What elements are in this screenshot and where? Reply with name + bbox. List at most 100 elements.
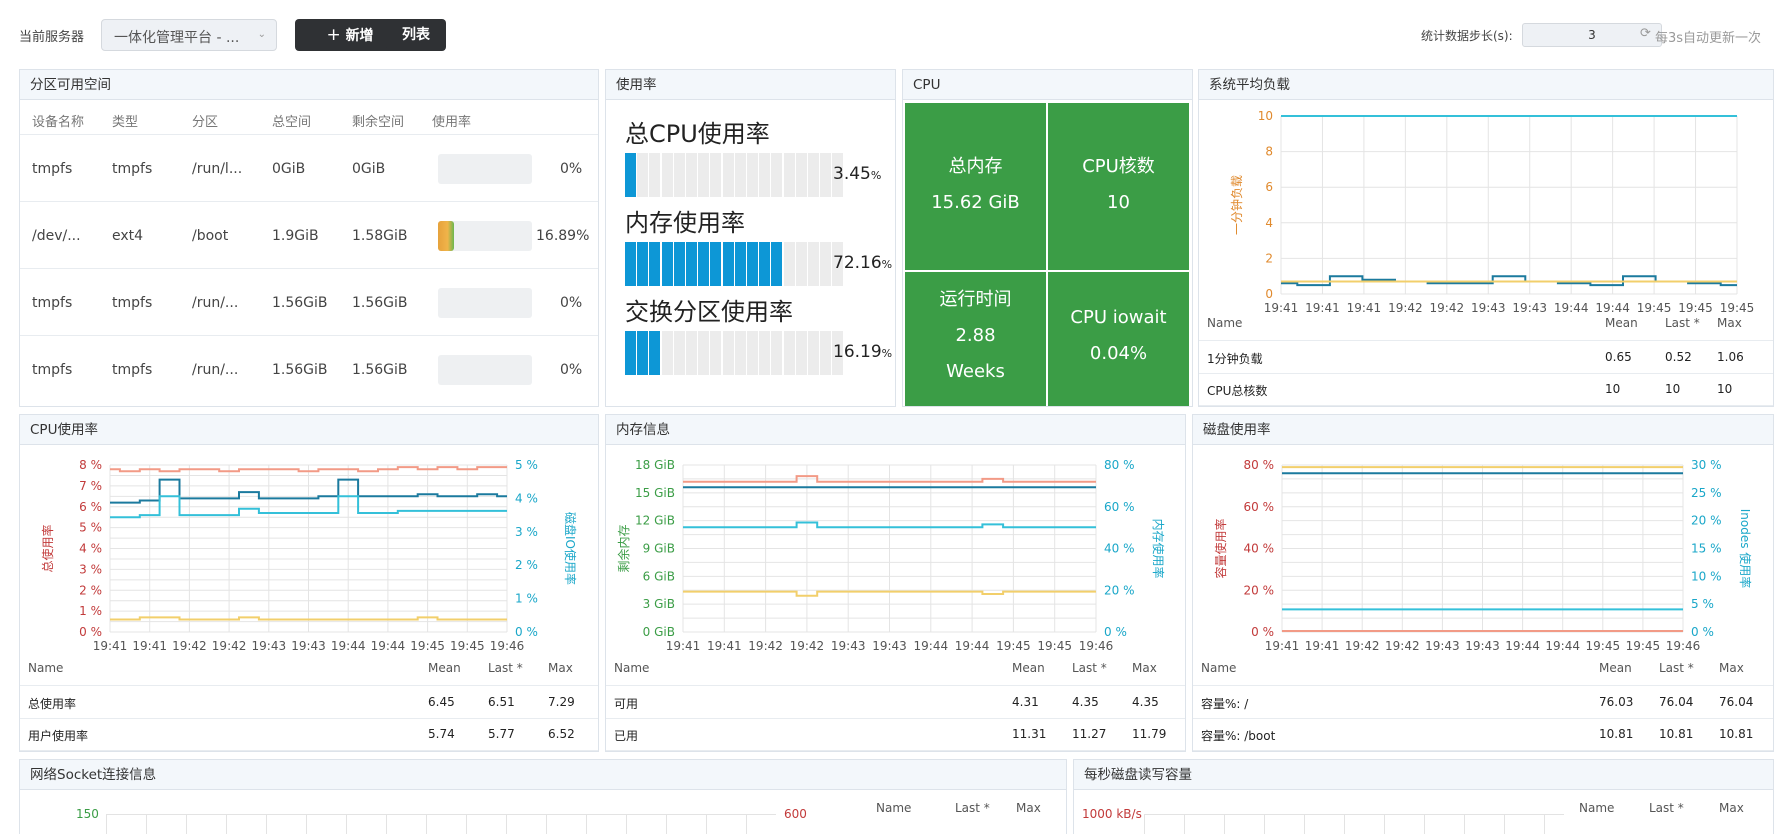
- legend-header: Name: [614, 661, 650, 675]
- gauge-segment: [783, 242, 795, 286]
- legend-max[interactable]: 1.06: [1717, 350, 1744, 364]
- usage-progress-bar: [438, 154, 532, 184]
- legend-name[interactable]: 容量%: /: [1201, 695, 1248, 712]
- partition-usage: 0%: [560, 362, 583, 378]
- uptime-cell: 运行时间 2.88 Weeks: [905, 272, 1046, 406]
- x-tick-label: 19:41: [132, 639, 167, 653]
- cpu-cores-label: CPU核数: [1082, 156, 1155, 177]
- diskio-legend-max: Max: [1719, 801, 1744, 815]
- legend-name[interactable]: 总使用率: [28, 695, 76, 712]
- legend-max[interactable]: 76.04: [1719, 695, 1753, 709]
- legend-max[interactable]: 10: [1717, 382, 1732, 396]
- row-divider: [20, 268, 598, 269]
- x-tick-label: 19:41: [1305, 301, 1340, 315]
- partition-type: tmpfs: [112, 362, 153, 378]
- legend-name[interactable]: 可用: [614, 695, 638, 712]
- legend-last[interactable]: 4.35: [1072, 695, 1099, 709]
- server-select[interactable]: 一体化管理平台 - ... ⌄: [101, 19, 277, 51]
- cpu-info-panel: CPU 总内存 15.62 GiB CPU核数 10 运行时间 2.88 Wee…: [902, 69, 1193, 407]
- legend-mean[interactable]: 6.45: [428, 695, 455, 709]
- legend-mean[interactable]: 4.31: [1012, 695, 1039, 709]
- gauge-segment: [698, 331, 710, 375]
- legend-mean[interactable]: 10: [1605, 382, 1620, 396]
- legend-mean[interactable]: 5.74: [428, 727, 455, 741]
- legend-max[interactable]: 4.35: [1132, 695, 1159, 709]
- gauge-segment: [820, 153, 832, 197]
- partition-free: 0GiB: [352, 161, 386, 177]
- partition-usage: 0%: [560, 161, 583, 177]
- y-right-tick-label: 10 %: [1691, 569, 1722, 583]
- legend-name[interactable]: CPU总核数: [1207, 382, 1267, 399]
- gauge-label: 总CPU使用率: [625, 120, 770, 148]
- x-tick-label: 19:43: [1471, 301, 1506, 315]
- y-right-tick-label: 80 %: [1104, 458, 1135, 472]
- legend-last[interactable]: 0.52: [1665, 350, 1692, 364]
- row-divider: [20, 335, 598, 336]
- gauge-segment: [710, 331, 722, 375]
- gauge-segment: [734, 331, 746, 375]
- gauge-segment: [808, 242, 819, 286]
- diskio-legend-last: Last *: [1649, 801, 1684, 815]
- partition-total: 1.9GiB: [272, 228, 319, 244]
- legend-mean[interactable]: 0.65: [1605, 350, 1632, 364]
- gauge-segment: [710, 153, 722, 197]
- x-tick-label: 19:45: [996, 639, 1031, 653]
- gauge-segment: [673, 153, 685, 197]
- y-left-tick-label: 1 %: [79, 604, 102, 618]
- legend-mean[interactable]: 10.81: [1599, 727, 1633, 741]
- x-tick-label: 19:41: [707, 639, 742, 653]
- gauge-segment: [637, 331, 649, 375]
- legend-divider: [606, 718, 1185, 719]
- gauge-number: 3.45: [833, 164, 871, 184]
- row-divider: [20, 134, 598, 135]
- legend-max[interactable]: 11.79: [1132, 727, 1166, 741]
- partition-mount: /boot: [192, 228, 229, 244]
- partition-type: tmpfs: [112, 295, 153, 311]
- y-left-tick-label: 6 GiB: [643, 569, 675, 583]
- legend-last[interactable]: 10: [1665, 382, 1680, 396]
- gauge-segment: [698, 153, 710, 197]
- gauge-segment: [808, 153, 819, 197]
- diskio-panel: 每秒磁盘读写容量 1000 kB/s Name Last * Max: [1073, 759, 1774, 834]
- legend-name[interactable]: 用户使用率: [28, 727, 88, 744]
- legend-divider: [20, 718, 598, 719]
- usage-panel-title: 使用率: [606, 70, 895, 100]
- list-button[interactable]: 列表: [386, 19, 446, 51]
- y-left-axis-title: 剩余内存: [616, 524, 631, 572]
- legend-max[interactable]: 10.81: [1719, 727, 1753, 741]
- legend-last[interactable]: 10.81: [1659, 727, 1693, 741]
- gauge-segment: [686, 331, 697, 375]
- gauge-segment: [722, 331, 734, 375]
- gauge-segment: [734, 242, 746, 286]
- diskio-y-left-tick: 1000 kB/s: [1082, 807, 1142, 821]
- legend-mean[interactable]: 76.03: [1599, 695, 1633, 709]
- legend-name[interactable]: 容量%: /boot: [1201, 727, 1275, 744]
- x-tick-label: 19:43: [1425, 639, 1460, 653]
- diskio-chart-grid: [1144, 814, 1564, 834]
- cpu-iowait-value: 0.04%: [1089, 343, 1148, 364]
- y-left-axis-title: 容量使用率: [1213, 518, 1228, 578]
- legend-last[interactable]: 5.77: [488, 727, 515, 741]
- x-tick-label: 19:44: [371, 639, 406, 653]
- server-select-value: 一体化管理平台 - ...: [114, 30, 240, 46]
- partition-total: 1.56GiB: [272, 362, 328, 378]
- x-tick-label: 19:45: [1678, 301, 1713, 315]
- cpu-iowait-cell: CPU iowait 0.04%: [1048, 272, 1189, 406]
- legend-last[interactable]: 76.04: [1659, 695, 1693, 709]
- gauge-number: 72.16: [833, 253, 882, 273]
- legend-divider: [1193, 718, 1773, 719]
- x-tick-label: 19:43: [291, 639, 326, 653]
- x-tick-label: 19:45: [1637, 301, 1672, 315]
- legend-max[interactable]: 6.52: [548, 727, 575, 741]
- legend-mean[interactable]: 11.31: [1012, 727, 1046, 741]
- y-left-axis-title: 一分钟负载: [1229, 175, 1244, 235]
- legend-last[interactable]: 11.27: [1072, 727, 1106, 741]
- legend-name[interactable]: 1分钟负载: [1207, 350, 1263, 367]
- legend-last[interactable]: 6.51: [488, 695, 515, 709]
- socket-legend-last: Last *: [955, 801, 990, 815]
- gauge-unit: %: [870, 169, 882, 182]
- legend-name[interactable]: 已用: [614, 727, 638, 744]
- legend-max[interactable]: 7.29: [548, 695, 575, 709]
- y-left-tick-label: 7 %: [79, 479, 102, 493]
- x-tick-label: 19:45: [1037, 639, 1072, 653]
